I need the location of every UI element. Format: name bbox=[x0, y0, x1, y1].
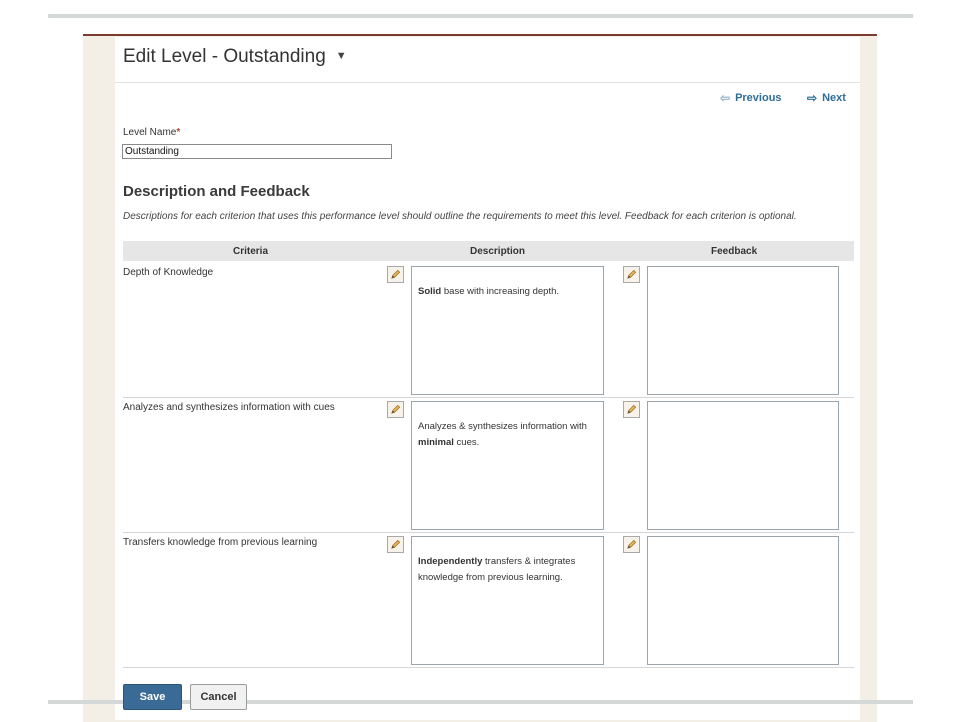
feedback-textarea[interactable] bbox=[647, 536, 839, 665]
previous-label: Previous bbox=[735, 92, 782, 104]
edit-feedback-button[interactable] bbox=[623, 266, 640, 283]
description-segment: Solid bbox=[418, 286, 442, 297]
description-segment: base with increasing depth. bbox=[441, 286, 560, 297]
save-button[interactable]: Save bbox=[123, 684, 182, 710]
pencil-icon bbox=[391, 404, 401, 414]
arrow-right-icon: ⇨ bbox=[807, 91, 818, 105]
page-title-text: Edit Level - Outstanding bbox=[123, 46, 326, 67]
description-segment: cues. bbox=[453, 437, 480, 448]
feedback-textarea[interactable] bbox=[647, 401, 839, 530]
level-name-input[interactable] bbox=[122, 144, 392, 159]
feedback-textarea[interactable] bbox=[647, 266, 839, 395]
column-header-description: Description bbox=[470, 246, 526, 257]
previous-link[interactable]: ⇦ Previous bbox=[720, 91, 782, 105]
pencil-icon bbox=[391, 269, 401, 279]
level-name-label: Level Name* bbox=[123, 127, 180, 138]
section-title: Description and Feedback bbox=[123, 183, 310, 200]
arrow-left-icon: ⇦ bbox=[720, 91, 731, 105]
title-menu-chevron-icon[interactable]: ▼ bbox=[336, 50, 347, 62]
description-text: Independently transfers & integrates kno… bbox=[418, 554, 598, 586]
criterion-label: Analyzes and synthesizes information wit… bbox=[123, 402, 335, 413]
description-text: Solid base with increasing depth. bbox=[418, 284, 598, 300]
pencil-icon bbox=[627, 539, 637, 549]
criterion-label: Depth of Knowledge bbox=[123, 267, 214, 278]
page-title: Edit Level - Outstanding ▼ bbox=[123, 46, 347, 68]
title-divider bbox=[115, 82, 860, 83]
next-link[interactable]: ⇨ Next bbox=[807, 91, 846, 105]
edit-feedback-button[interactable] bbox=[623, 536, 640, 553]
column-header-criteria: Criteria bbox=[233, 246, 269, 257]
table-header: Criteria Description Feedback bbox=[123, 241, 854, 261]
description-segment: Analyzes & synthesizes information with bbox=[418, 421, 587, 432]
section-help-text: Descriptions for each criterion that use… bbox=[123, 211, 797, 222]
description-textarea[interactable]: Analyzes & synthesizes information with … bbox=[411, 401, 604, 530]
edit-description-button[interactable] bbox=[387, 266, 404, 283]
pencil-icon bbox=[627, 269, 637, 279]
row-divider bbox=[123, 532, 854, 533]
pencil-icon bbox=[391, 539, 401, 549]
description-segment: Independently bbox=[418, 556, 483, 567]
edit-feedback-button[interactable] bbox=[623, 401, 640, 418]
row-divider bbox=[123, 397, 854, 398]
pencil-icon bbox=[627, 404, 637, 414]
row-divider bbox=[123, 667, 854, 668]
next-label: Next bbox=[822, 92, 846, 104]
description-text: Analyzes & synthesizes information with … bbox=[418, 419, 598, 451]
edit-description-button[interactable] bbox=[387, 401, 404, 418]
required-marker: * bbox=[176, 127, 181, 138]
column-header-feedback: Feedback bbox=[711, 246, 758, 257]
edit-description-button[interactable] bbox=[387, 536, 404, 553]
description-textarea[interactable]: Independently transfers & integrates kno… bbox=[411, 536, 604, 665]
cancel-button[interactable]: Cancel bbox=[190, 684, 247, 710]
level-name-label-text: Level Name bbox=[123, 127, 177, 138]
slide-top-rule bbox=[48, 14, 913, 18]
description-segment: minimal bbox=[418, 437, 454, 448]
criterion-label: Transfers knowledge from previous learni… bbox=[123, 537, 318, 548]
description-textarea[interactable]: Solid base with increasing depth. bbox=[411, 266, 604, 395]
